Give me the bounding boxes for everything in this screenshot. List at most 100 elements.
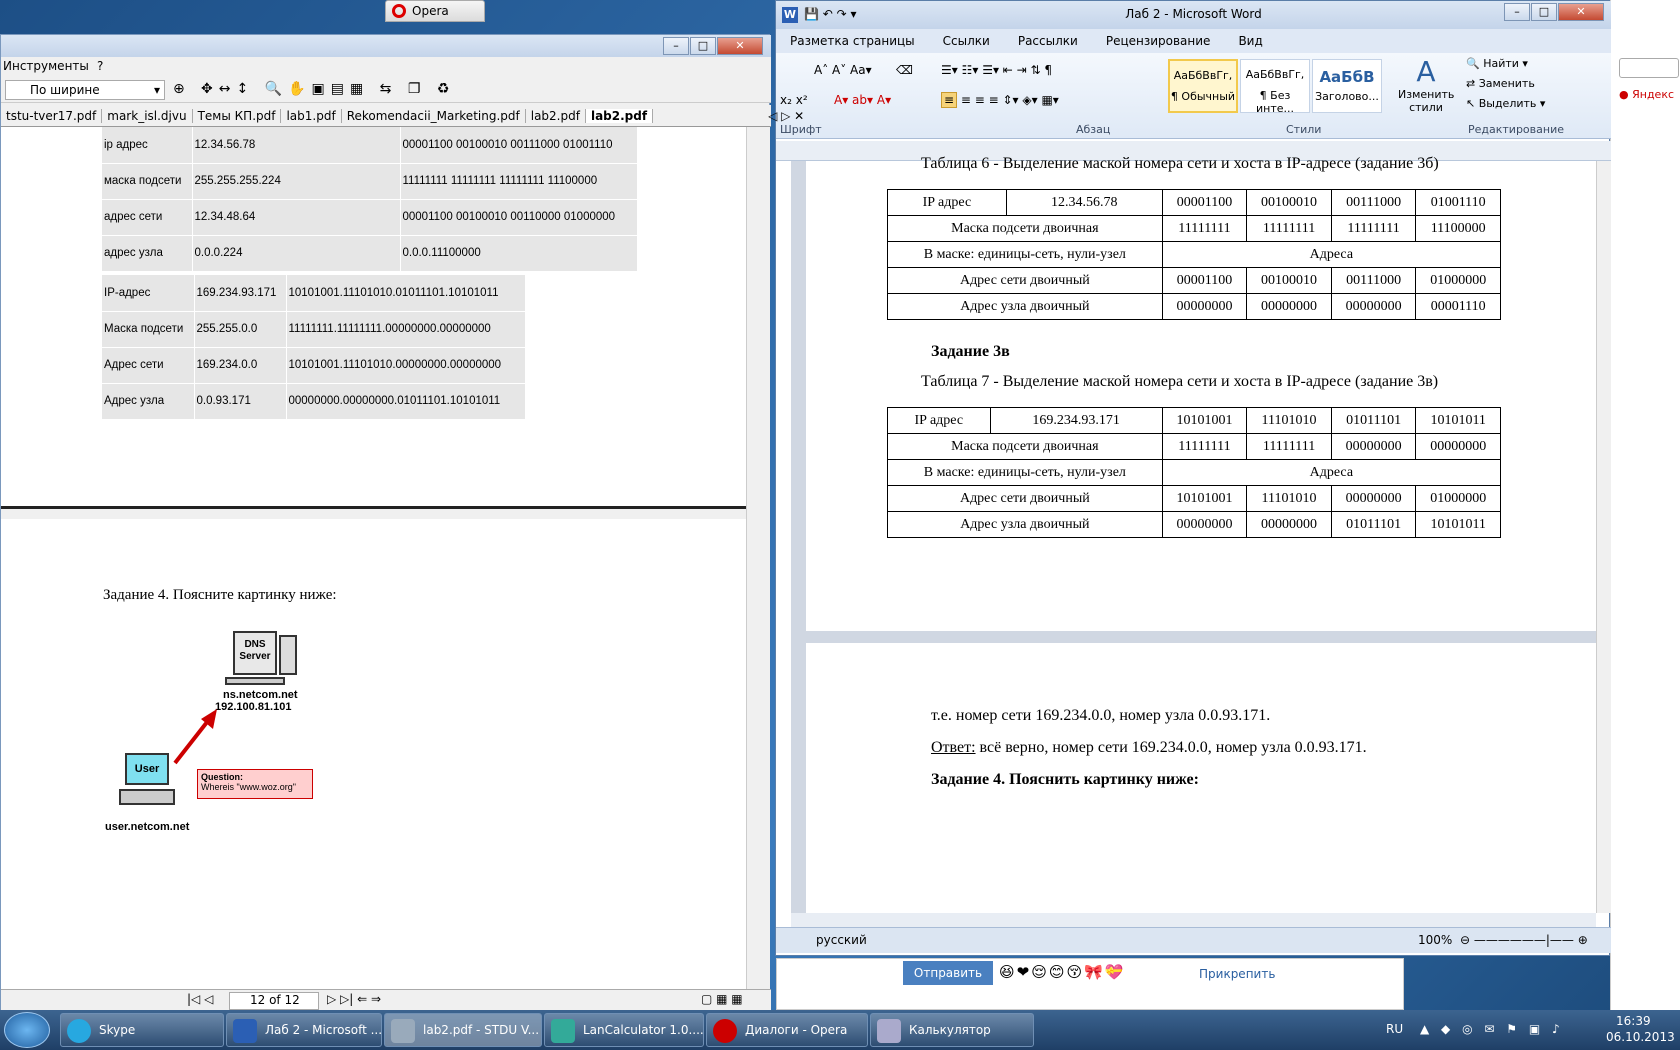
style-normal[interactable]: АаБбВвГг, ¶ Обычный	[1168, 59, 1238, 113]
align-buttons[interactable]: ≡ ≡ ≡ ≡ ⇕▾ ◈▾ ▦▾	[941, 92, 1059, 108]
find-button[interactable]: 🔍 Найти ▾	[1466, 57, 1528, 70]
cell: 00000000	[1161, 511, 1248, 538]
tab-page-layout[interactable]: Разметка страницы	[776, 34, 929, 48]
tab-doc-6[interactable]: lab2.pdf	[585, 108, 654, 123]
replace-button[interactable]: ⇄ Заменить	[1466, 77, 1535, 90]
stdu-close-button[interactable]: ✕	[717, 37, 763, 55]
document-area[interactable]: Таблица 6 - Выделение маской номера сети…	[791, 155, 1596, 913]
start-button[interactable]	[4, 1012, 50, 1048]
view-mode-icons[interactable]: ▢ ▦ ▦	[701, 992, 743, 1006]
taskbar-opera[interactable]: Диалоги - Opera	[706, 1013, 868, 1047]
opera-tab[interactable]: Opera	[385, 0, 485, 22]
menu-tools[interactable]: Инструменты	[3, 59, 89, 73]
user-computer-icon: User	[125, 753, 169, 785]
cell: ip адрес	[102, 127, 193, 164]
style-no-spacing[interactable]: АаБбВвГг, ¶ Без инте...	[1240, 59, 1310, 115]
change-styles-button[interactable]: A Изменить стили	[1398, 55, 1454, 114]
table7: IP адрес 169.234.93.171 10101001 11101010 01…	[887, 407, 1502, 538]
cell: Адреса	[1161, 241, 1502, 268]
change-styles-label: Изменить стили	[1398, 88, 1455, 114]
send-button[interactable]: Отправить	[903, 961, 993, 985]
font-color-button[interactable]: A▾ ab▾ A▾	[834, 93, 891, 107]
cell: 255.255.255.224	[192, 163, 401, 200]
tab-doc-5[interactable]: lab2.pdf	[526, 108, 586, 123]
question-callout: Question: Whereis "www.woz.org"	[197, 769, 313, 799]
zoom-slider[interactable]: ⊖ ——————|—— ⊕	[1460, 933, 1588, 947]
clock-date[interactable]: 06.10.2013	[1606, 1030, 1675, 1044]
tab-view[interactable]: Вид	[1224, 34, 1276, 48]
user-hostname: user.netcom.net	[105, 821, 190, 833]
tab-references[interactable]: Ссылки	[929, 34, 1004, 48]
tab-nav-icons[interactable]: ◁ ▷ ✕	[763, 109, 809, 123]
cell: 01000000	[1415, 485, 1501, 512]
language-indicator[interactable]: русский	[816, 933, 867, 947]
tab-doc-4[interactable]: Rekomendacii_Marketing.pdf	[342, 108, 526, 123]
cell: 11111111.11111111.00000000.00000000	[286, 311, 526, 348]
taskbar-word[interactable]: Лаб 2 - Microsoft ...	[226, 1013, 382, 1047]
menu-help[interactable]: ?	[97, 59, 103, 73]
cell: Маска подсети двоичная	[887, 215, 1163, 242]
taskbar-calculator[interactable]: Калькулятор	[870, 1013, 1034, 1047]
vertical-scrollbar[interactable]	[1596, 161, 1611, 913]
select-label: Выделить	[1478, 97, 1537, 110]
close-button[interactable]: ✕	[1558, 3, 1604, 21]
horizontal-scrollbar[interactable]	[791, 913, 1596, 927]
clear-format-button[interactable]: ⌫	[896, 63, 913, 77]
stdu-menu-bar: Инструменты ?	[1, 57, 771, 77]
zoom-in-icon[interactable]: ⊕	[173, 81, 185, 97]
style-heading[interactable]: АаБбВ Заголово...	[1312, 59, 1382, 113]
pdf-table-1: ip адрес 12.34.56.78 00001100 00100010 001…	[102, 127, 638, 272]
tab-doc-2[interactable]: Темы КП.pdf	[193, 108, 282, 123]
stdu-icon	[391, 1019, 415, 1043]
document-page-2: т.е. номер сети 169.234.0.0, номер узла …	[806, 643, 1596, 913]
chevron-down-icon: ▾	[153, 83, 160, 97]
stdu-vertical-scrollbar[interactable]	[746, 127, 770, 989]
list-buttons[interactable]: ☰▾ ☷▾ ☰▾ ⇤ ⇥ ⇅ ¶	[941, 63, 1052, 77]
minimize-button[interactable]: –	[1504, 3, 1530, 21]
tab-review[interactable]: Рецензирование	[1092, 34, 1225, 48]
taskbar-skype[interactable]: Skype	[60, 1013, 224, 1047]
fit-width-select[interactable]: По ширине ▾	[5, 80, 165, 100]
first-page-button[interactable]: |◁ ◁	[187, 992, 213, 1006]
cell: Маска подсети двоичная	[887, 433, 1163, 460]
zoom-level[interactable]: 100%	[1418, 933, 1452, 947]
tray-icons[interactable]: ▲ ◆ ◎ ✉ ⚑ ▣ ♪	[1420, 1022, 1564, 1036]
stdu-minimize-button[interactable]: –	[663, 37, 689, 55]
tab-doc-0[interactable]: tstu-tver17.pdf	[1, 108, 103, 123]
table7-caption: Таблица 7 - Выделение маской номера сети…	[921, 373, 1439, 390]
tab-mailings[interactable]: Рассылки	[1004, 34, 1092, 48]
taskbar-lancalc[interactable]: LanCalculator 1.0....	[544, 1013, 704, 1047]
input-language[interactable]: RU	[1386, 1022, 1403, 1036]
tab-doc-3[interactable]: lab1.pdf	[281, 108, 342, 123]
attach-link[interactable]: Прикрепить	[1199, 967, 1275, 981]
cell: Адрес узла	[102, 383, 195, 420]
opera-search-field[interactable]	[1619, 58, 1679, 78]
pdf-page-bottom[interactable]: Задание 4. Поясните картинку ниже: DNS S…	[1, 519, 746, 989]
align-left-button[interactable]: ≡	[941, 92, 958, 108]
select-button[interactable]: ↖ Выделить ▾	[1466, 97, 1545, 110]
cell: 01011101	[1330, 407, 1417, 434]
taskbar-stdu[interactable]: lab2.pdf - STDU V...	[384, 1013, 542, 1047]
cell: 0.0.0.11100000	[400, 235, 638, 272]
tab-doc-1[interactable]: mark_isl.djvu	[102, 108, 193, 123]
toolbar-icons[interactable]: ✥↔↕ 🔍✋▣▤▦ ⇆ ❐ ♻	[201, 81, 455, 97]
task4-heading: Задание 4. Пояснить картинку ниже:	[931, 771, 1199, 788]
word-icon	[233, 1019, 257, 1043]
last-page-button[interactable]: ▷ ▷| ⇐ ⇒	[327, 992, 381, 1006]
emoji-bar[interactable]: 😆❤😌😊😚🎀💝	[999, 963, 1125, 981]
group-editing-label: Редактирование	[1468, 123, 1564, 136]
stdu-maximize-button[interactable]: □	[690, 37, 716, 55]
cell: 01000000	[1415, 267, 1501, 294]
font-grow-button[interactable]: A˄ A˅ Aa▾	[814, 63, 872, 77]
cell: IP-адрес	[102, 275, 195, 312]
styles-icon: A	[1416, 55, 1436, 88]
subscript-button[interactable]: x₂ x²	[780, 93, 808, 107]
maximize-button[interactable]: □	[1531, 3, 1557, 21]
pdf-page-top[interactable]: ip адрес 12.34.56.78 00001100 00100010 001…	[1, 127, 746, 509]
cell: 11111111 11111111 11111111 11100000	[400, 163, 638, 200]
dns-ip: 192.100.81.101	[215, 701, 292, 713]
clock-time[interactable]: 16:39	[1616, 1014, 1651, 1028]
page-indicator[interactable]: 12 of 12	[229, 992, 319, 1010]
yandex-link[interactable]: ● Яндекс	[1619, 88, 1674, 101]
opera-window[interactable]: ● Яндекс	[1610, 0, 1680, 1010]
